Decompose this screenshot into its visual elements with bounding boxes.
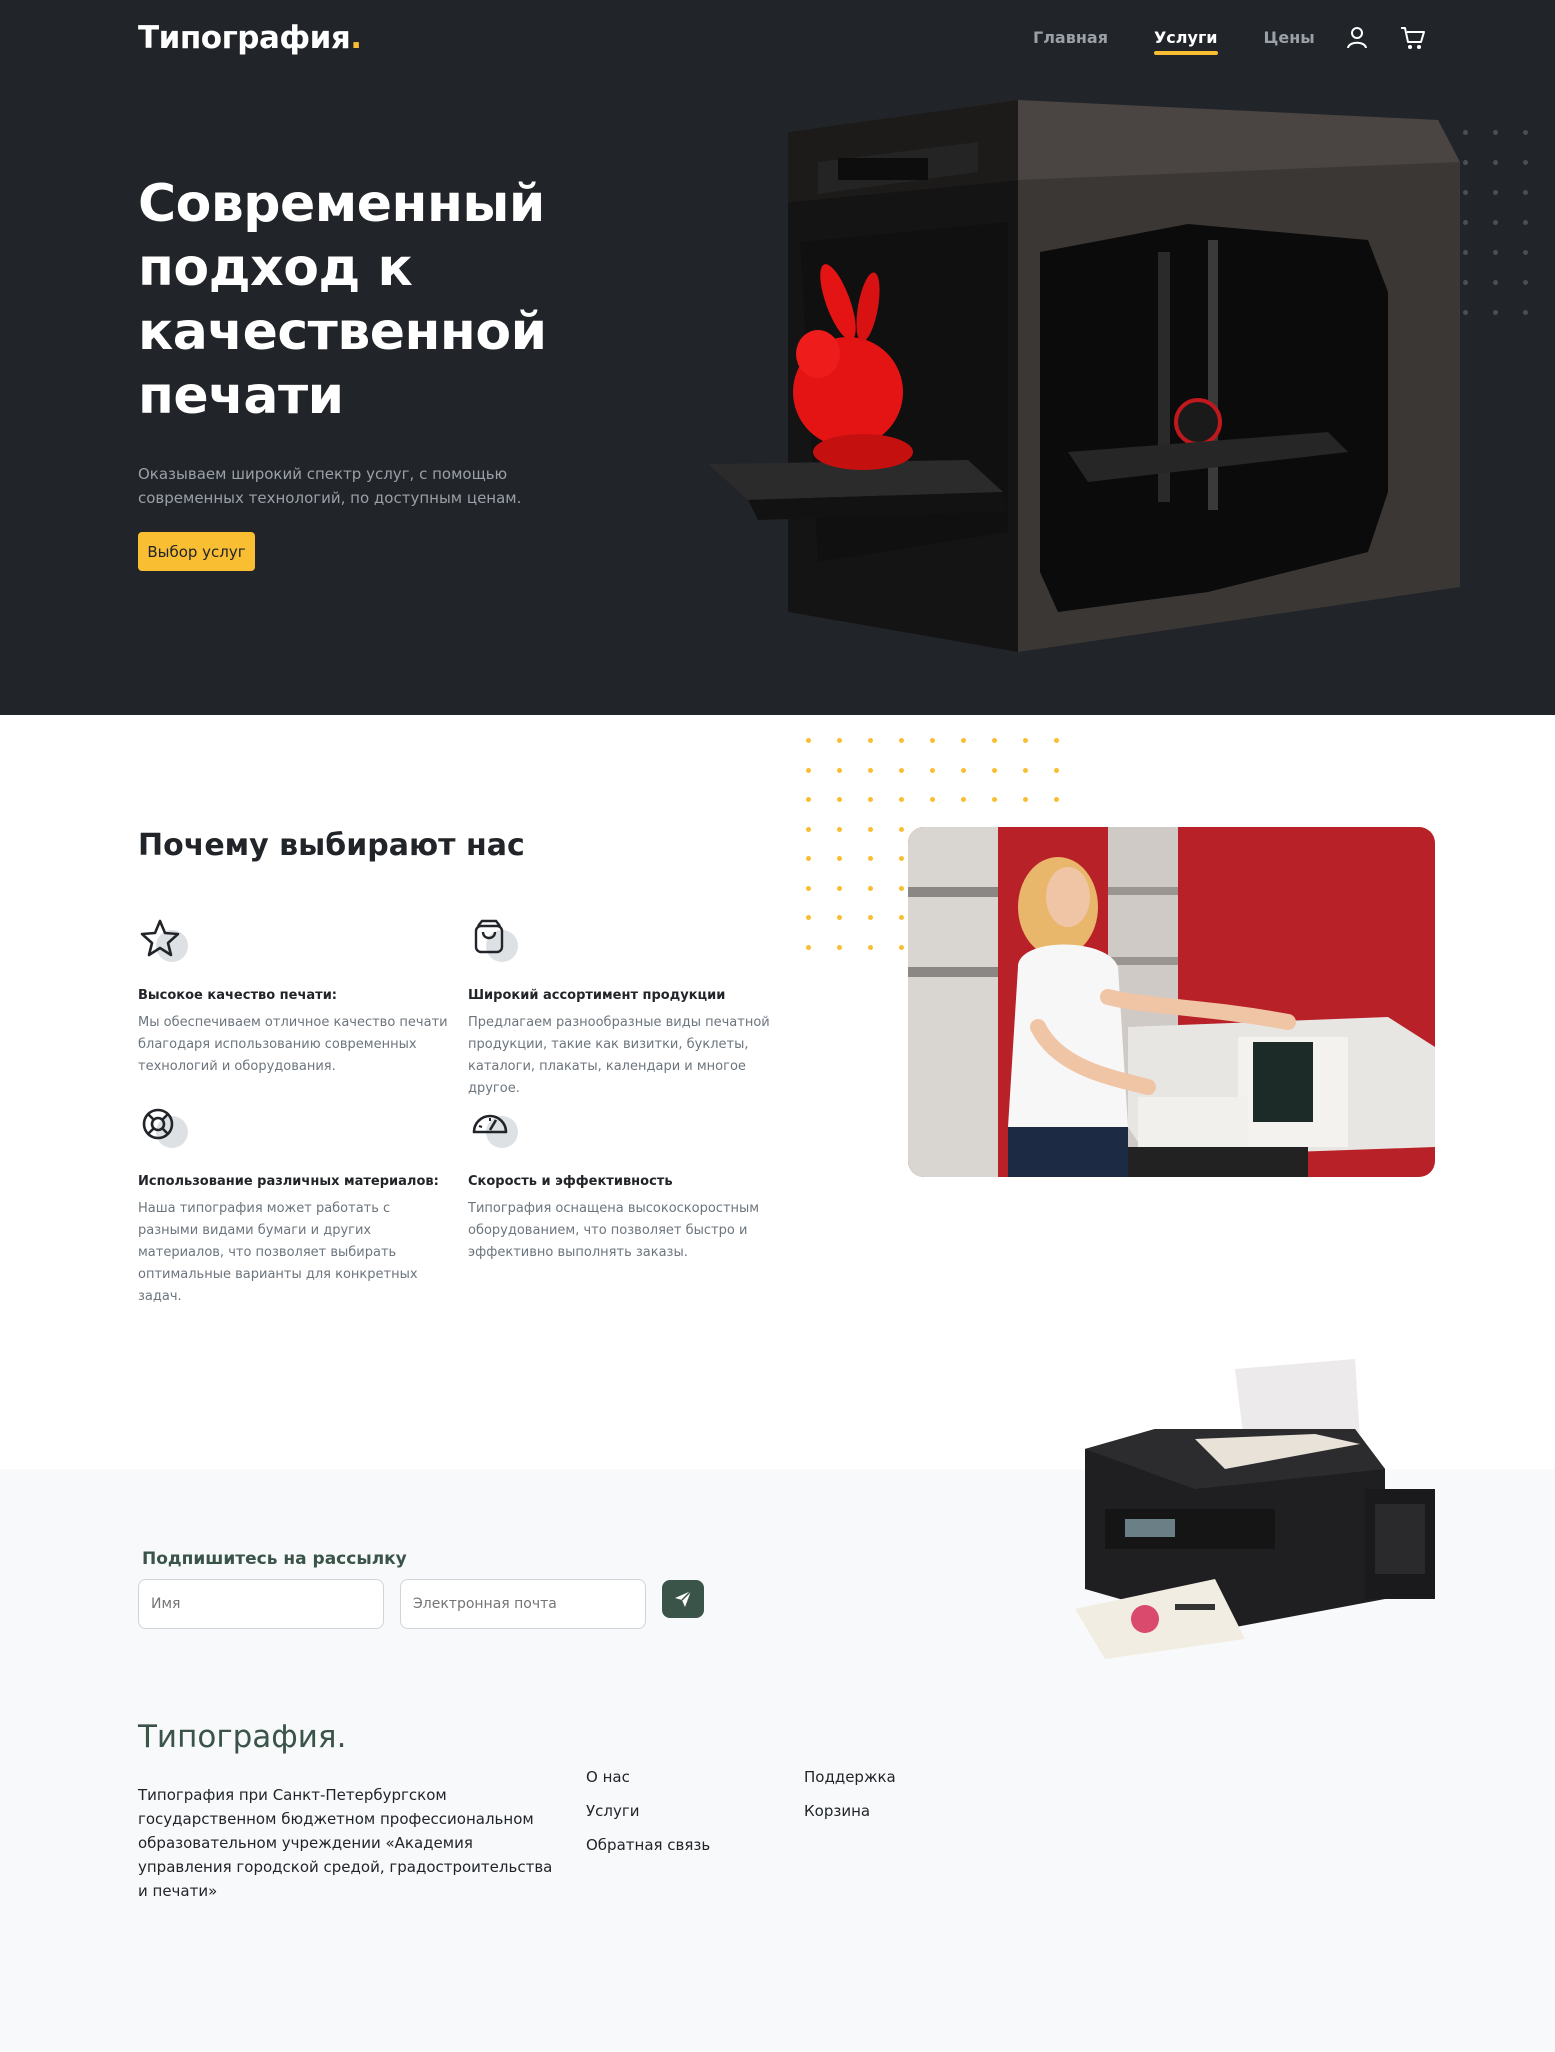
feature-title: Использование различных материалов:	[138, 1174, 439, 1189]
feature-title: Высокое качество печати:	[138, 988, 337, 1003]
why-us-section: Почему выбирают нас Высокое качество печ…	[0, 715, 1555, 1469]
feature-title: Скорость и эффективность	[468, 1174, 673, 1189]
nav-home[interactable]: Главная	[1033, 28, 1108, 55]
footer-description: Типография при Санкт-Петербургском госуд…	[138, 1786, 553, 1900]
feature-text: Наша типография может работать с разными…	[138, 1201, 418, 1304]
feature-materials: Использование различных материалов: Наша…	[138, 1104, 448, 1308]
footer-brand[interactable]: Типография.	[138, 1719, 346, 1755]
subscribe-title: Подпишитесь на рассылку	[142, 1549, 407, 1569]
choose-services-button[interactable]: Выбор услуг	[138, 532, 255, 571]
footer-link-about[interactable]: О нас	[586, 1765, 710, 1789]
3d-printer-image	[708, 100, 1460, 652]
feature-title: Широкий ассортимент продукции	[468, 988, 726, 1003]
feature-speed: Скорость и эффективность Типография осна…	[468, 1104, 778, 1264]
inkjet-printer-image	[1075, 1359, 1435, 1659]
feature-assortment: Широкий ассортимент продукции Предлагаем…	[468, 918, 778, 1100]
cart-icon[interactable]	[1399, 24, 1427, 52]
footer-link-services[interactable]: Услуги	[586, 1799, 710, 1823]
footer-link-feedback[interactable]: Обратная связь	[586, 1833, 710, 1857]
why-us-title: Почему выбирают нас	[138, 828, 525, 863]
hero-text: Оказываем широкий спектр услуг, с помощь…	[138, 465, 522, 507]
bag-icon	[474, 919, 504, 954]
footer-link-support[interactable]: Поддержка	[804, 1765, 896, 1789]
footer-links-col1: О нас Услуги Обратная связь	[586, 1765, 710, 1857]
feature-text: Мы обеспечиваем отличное качество печати…	[138, 1015, 448, 1074]
name-input[interactable]	[138, 1579, 384, 1629]
footer-link-cart[interactable]: Корзина	[804, 1799, 896, 1823]
main-nav: Главная Услуги Цены	[1033, 28, 1315, 55]
lifebuoy-icon	[142, 1108, 174, 1140]
hero-title: Современный подход к качественной печати	[138, 174, 547, 426]
brand-logo[interactable]: Типография.	[138, 20, 362, 56]
woman-at-printer-photo	[908, 827, 1435, 1177]
hero-section: Типография. Главная Услуги Цены Современ…	[0, 0, 1555, 715]
subscribe-send-button[interactable]	[662, 1580, 704, 1618]
nav-services[interactable]: Услуги	[1153, 28, 1218, 55]
subscribe-footer-section: Подпишитесь на рассылку Типография. Типо…	[0, 1359, 1555, 2052]
decorative-dots	[1463, 130, 1528, 315]
nav-prices[interactable]: Цены	[1264, 28, 1315, 55]
user-icon[interactable]	[1343, 24, 1371, 52]
email-input[interactable]	[400, 1579, 646, 1629]
send-icon	[675, 1590, 692, 1607]
feature-text: Предлагаем разнообразные виды печатной п…	[468, 1015, 770, 1096]
feature-quality: Высокое качество печати: Мы обеспечиваем…	[138, 918, 448, 1078]
star-icon	[140, 919, 180, 957]
footer-links-col2: Поддержка Корзина	[804, 1765, 896, 1823]
feature-text: Типография оснащена высокоскоростным обо…	[468, 1201, 760, 1260]
speedometer-icon	[472, 1114, 508, 1134]
